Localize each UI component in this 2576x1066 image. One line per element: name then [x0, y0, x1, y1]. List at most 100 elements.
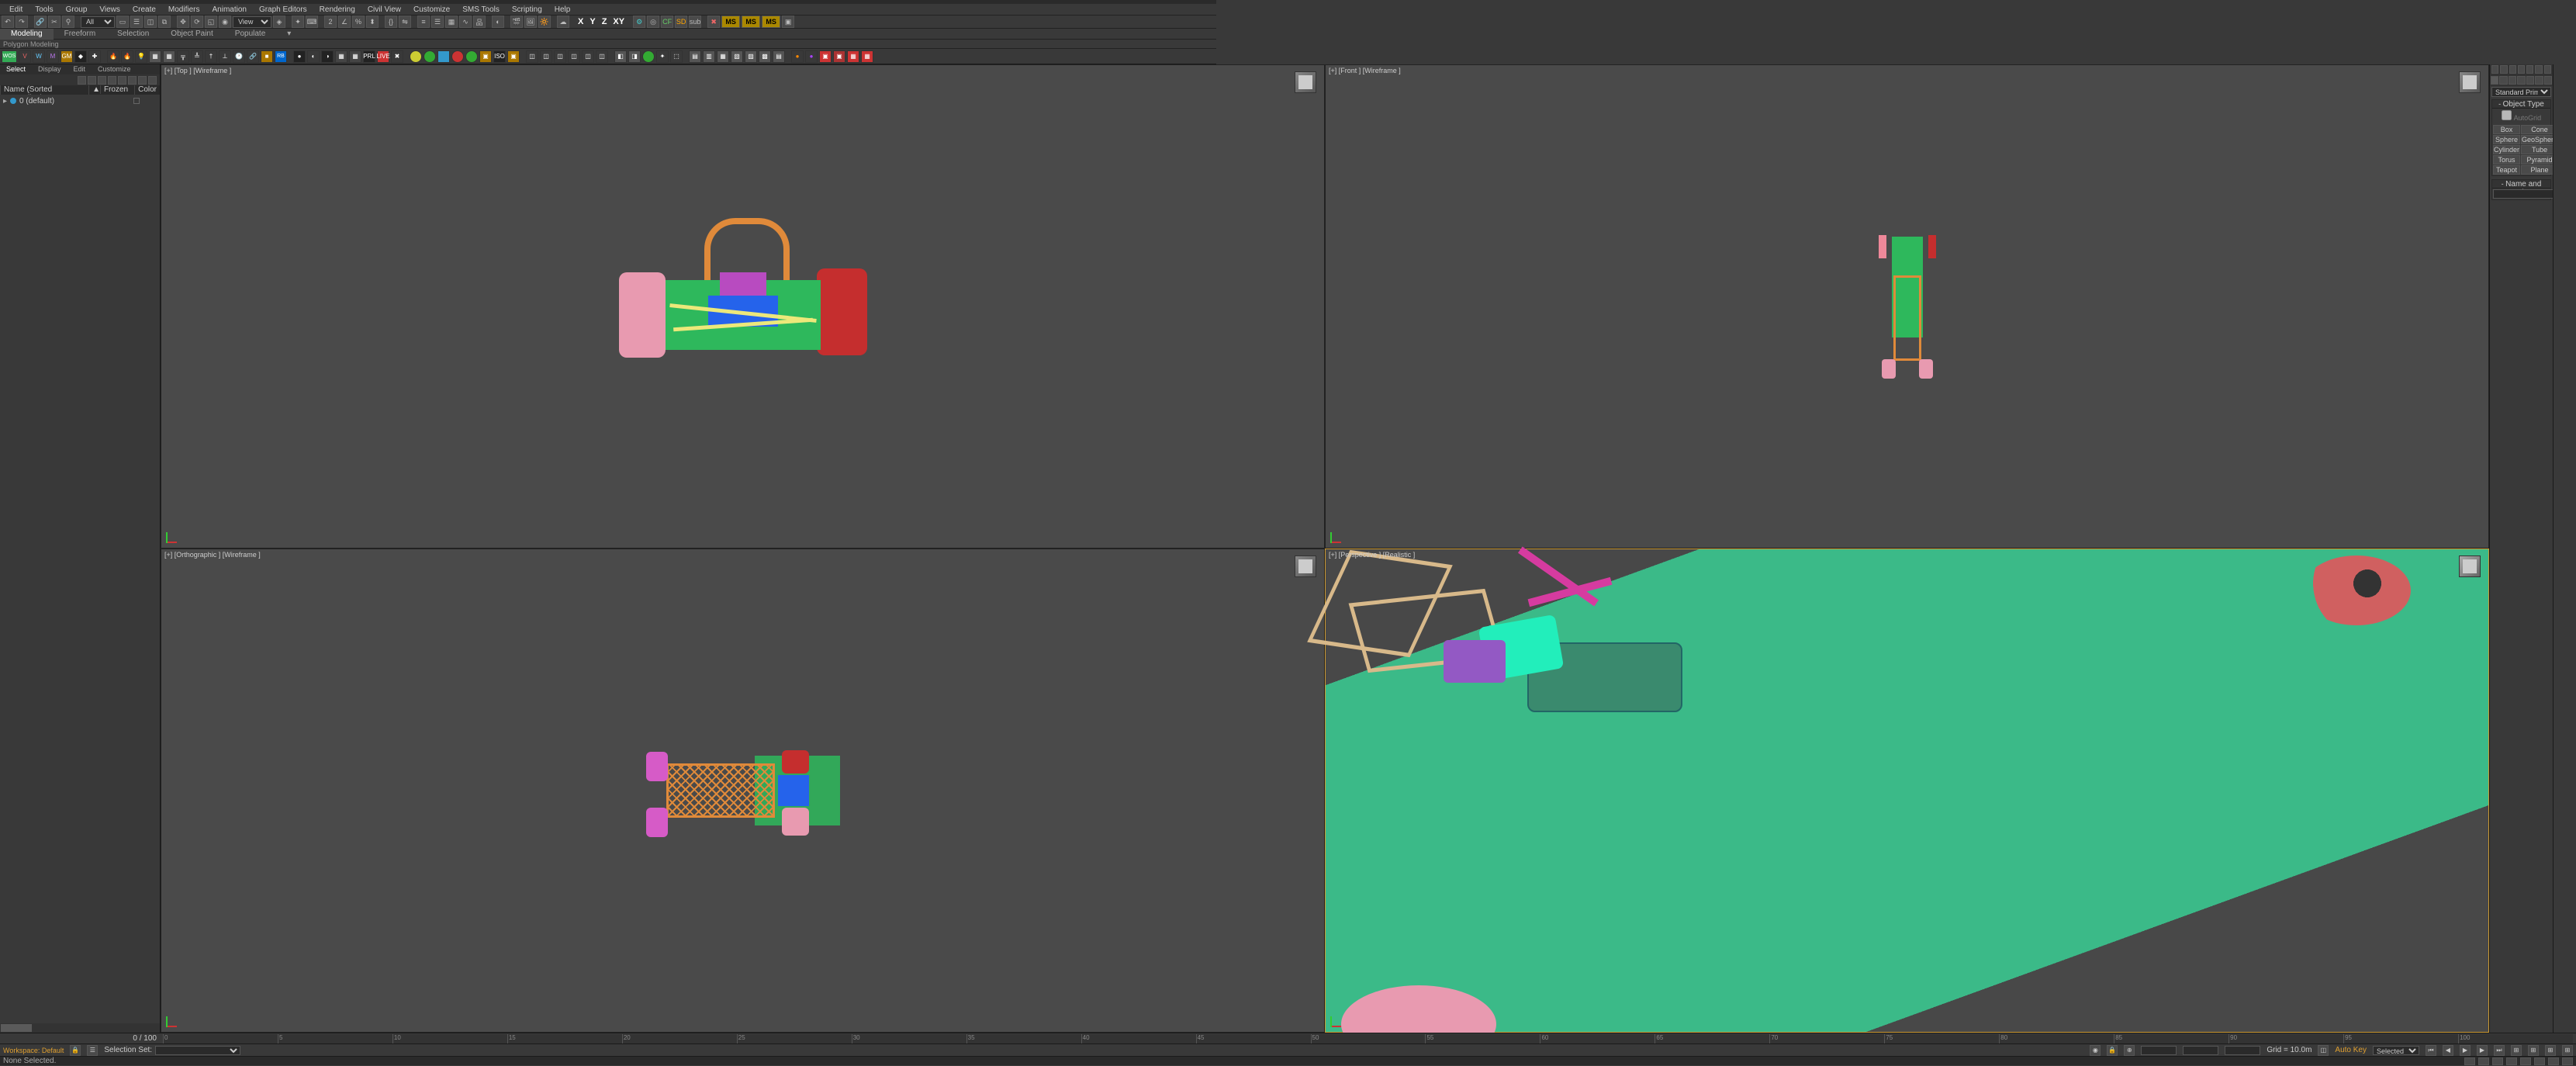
axis-y-button[interactable]: Y: [587, 17, 597, 26]
cp-top-7[interactable]: [2544, 65, 2551, 74]
cp-tab-create[interactable]: [2491, 76, 2498, 85]
mirror-button[interactable]: ⇋: [399, 16, 411, 28]
nav-8[interactable]: [2562, 1057, 2573, 1065]
workspace-label[interactable]: Workspace: Default: [3, 1047, 64, 1054]
pl-4[interactable]: ▣: [833, 50, 845, 63]
cp-top-6[interactable]: [2535, 65, 2542, 74]
light-1[interactable]: 💡: [135, 50, 147, 63]
placement-button[interactable]: ◉: [219, 16, 231, 28]
pivot-button[interactable]: ◈: [273, 16, 285, 28]
tool-cross-button[interactable]: ✖: [707, 16, 720, 28]
cam-2[interactable]: ▦: [163, 50, 175, 63]
menu-group[interactable]: Group: [60, 5, 94, 14]
rotate-button[interactable]: ⟳: [191, 16, 203, 28]
win-1[interactable]: ▤: [689, 50, 701, 63]
viewcube-persp[interactable]: [2459, 555, 2481, 577]
win-7[interactable]: ▤: [773, 50, 785, 63]
dot-r[interactable]: [451, 50, 464, 63]
viewport-perspective[interactable]: [+] [Perspective ] [Realistic ]: [1325, 549, 2489, 1033]
coord-z[interactable]: [2225, 1046, 2260, 1055]
tool-end-button[interactable]: ▣: [782, 16, 794, 28]
se-filter-6[interactable]: [128, 76, 137, 85]
nav-orbit[interactable]: [2534, 1057, 2545, 1065]
render-frame-button[interactable]: 🖼: [524, 16, 537, 28]
snap-percent-button[interactable]: %: [352, 16, 365, 28]
se-filter-8[interactable]: [148, 76, 157, 85]
nav-1[interactable]: ⊞: [2511, 1045, 2522, 1056]
sd-button[interactable]: SD: [675, 16, 687, 28]
bone-1[interactable]: ╦: [177, 50, 189, 63]
play-start[interactable]: ⏮: [2426, 1045, 2436, 1056]
viewport-front[interactable]: [+] [Front ] [Wireframe ]: [1325, 64, 2489, 549]
nav-4[interactable]: ⊞: [2562, 1045, 2573, 1056]
nav-fov[interactable]: [2506, 1057, 2517, 1065]
se-filter-4[interactable]: [108, 76, 116, 85]
keyboard-shortcut-button[interactable]: ⌨: [306, 16, 318, 28]
snap-2d-button[interactable]: 2: [324, 16, 337, 28]
nav-zoom[interactable]: [2464, 1057, 2475, 1065]
rollout-name-color[interactable]: - Name and Color: [2492, 180, 2550, 189]
ribbon-selection[interactable]: Selection: [106, 29, 160, 40]
sphere-3[interactable]: ◑: [321, 50, 334, 63]
axis-x-button[interactable]: X: [576, 17, 586, 26]
win-6[interactable]: ▩: [759, 50, 771, 63]
menu-customize[interactable]: Customize: [407, 5, 456, 14]
cp-top-4[interactable]: [2518, 65, 2525, 74]
menu-edit[interactable]: Edit: [3, 5, 29, 14]
bone-3[interactable]: †: [205, 50, 217, 63]
menu-modifiers[interactable]: Modifiers: [162, 5, 206, 14]
prim-sphere[interactable]: Sphere: [2493, 135, 2520, 144]
menu-help[interactable]: Help: [548, 5, 577, 14]
ribbon-expand[interactable]: ▾: [276, 29, 302, 40]
dark-1[interactable]: ◆: [74, 50, 87, 63]
cam-1[interactable]: ▦: [149, 50, 161, 63]
cp-top-2[interactable]: [2500, 65, 2507, 74]
spinner-snap-button[interactable]: ⬍: [366, 16, 379, 28]
tree-root-row[interactable]: ▸ 0 (default): [3, 96, 157, 106]
tool-misc-1[interactable]: ⚙: [633, 16, 645, 28]
sphere-2[interactable]: ◐: [307, 50, 320, 63]
move-button[interactable]: ✥: [177, 16, 189, 28]
viewport-top[interactable]: [+] [Top ] [Wireframe ]: [161, 64, 1325, 549]
se-tab-customize[interactable]: Customize: [92, 64, 137, 74]
menu-views[interactable]: Views: [93, 5, 126, 14]
m-icon[interactable]: M: [47, 50, 59, 63]
se-tab-select[interactable]: Select: [0, 64, 32, 74]
misc-1[interactable]: ✚: [88, 50, 101, 63]
ribbon-modeling[interactable]: Modeling: [0, 29, 54, 40]
primitive-category[interactable]: Standard Primitives: [2491, 87, 2551, 97]
prim-box[interactable]: Box: [2493, 125, 2520, 134]
scale-button[interactable]: ◱: [205, 16, 217, 28]
scene-1[interactable]: ◫: [526, 50, 538, 63]
flame-1[interactable]: 🔥: [107, 50, 119, 63]
a360-button[interactable]: ☁: [557, 16, 569, 28]
cp-tab-display[interactable]: [2526, 76, 2534, 85]
vp-2[interactable]: ◨: [628, 50, 641, 63]
se-hscroll[interactable]: [0, 1023, 160, 1033]
viewport-front-label[interactable]: [+] [Front ] [Wireframe ]: [1329, 67, 1401, 74]
nav-max[interactable]: [2548, 1057, 2559, 1065]
se-filter-2[interactable]: [88, 76, 96, 85]
se-col-name[interactable]: Name (Sorted Ascending): [0, 85, 88, 95]
vp-3[interactable]: ✦: [656, 50, 669, 63]
play-prev[interactable]: ◀: [2443, 1045, 2453, 1056]
menu-animation[interactable]: Animation: [206, 5, 252, 14]
cf-button[interactable]: CF: [661, 16, 673, 28]
coord-y[interactable]: [2183, 1046, 2218, 1055]
sub-button[interactable]: sub: [689, 16, 701, 28]
orange-1[interactable]: ▣: [479, 50, 492, 63]
ribbon-freeform[interactable]: Freeform: [54, 29, 107, 40]
se-filter-1[interactable]: [78, 76, 86, 85]
w-icon[interactable]: W: [33, 50, 45, 63]
adaptive-icon[interactable]: ◫: [2318, 1045, 2329, 1056]
menu-scripting[interactable]: Scripting: [506, 5, 548, 14]
play-end[interactable]: ⏭: [2494, 1045, 2505, 1056]
cp-tab-modify[interactable]: [2499, 76, 2507, 85]
cp-tab-utilities[interactable]: [2535, 76, 2543, 85]
orange-2[interactable]: ▣: [507, 50, 520, 63]
v-icon[interactable]: V: [19, 50, 31, 63]
play-next[interactable]: ▶: [2477, 1045, 2488, 1056]
ms-1-button[interactable]: MS: [721, 16, 740, 28]
unlink-button[interactable]: ✂: [48, 16, 61, 28]
pl-3[interactable]: ▣: [819, 50, 832, 63]
